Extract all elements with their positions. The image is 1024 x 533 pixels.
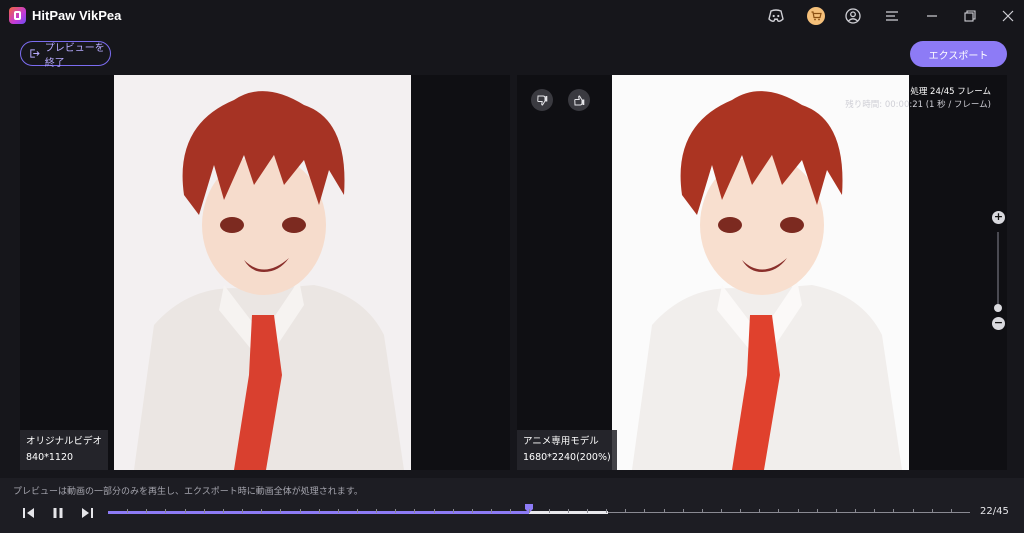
timeline-tick — [165, 509, 167, 513]
dislike-button[interactable] — [531, 89, 553, 111]
cart-icon[interactable] — [806, 6, 826, 26]
timeline-tick — [222, 509, 224, 513]
thumbs-up-icon — [573, 94, 584, 105]
timeline-tick — [835, 509, 837, 513]
timeline-tick — [491, 509, 493, 513]
enhanced-info-label: アニメ専用モデル 1680*2240(200%) — [517, 430, 617, 470]
original-resolution: 840*1120 — [26, 452, 74, 463]
timeline-tick — [242, 509, 244, 513]
timeline-tick — [318, 509, 320, 513]
title-bar: HitPaw VikPea — [0, 0, 1024, 32]
export-button[interactable]: エクスポート — [910, 41, 1007, 67]
timeline-tick — [567, 509, 569, 513]
processing-status: 処理 24/45 フレーム 残り時間: 00:00:21 (1 秒 / フレーム… — [845, 86, 991, 112]
timeline-tick — [357, 509, 359, 513]
step-back-icon — [23, 508, 34, 518]
pause-icon — [53, 508, 63, 518]
timeline-tick — [740, 509, 742, 513]
timeline-tick — [912, 509, 914, 513]
zoom-out-button[interactable]: − — [992, 317, 1005, 330]
timeline-tick — [184, 509, 186, 513]
exit-preview-label: プレビューを終了 — [44, 42, 105, 69]
restore-icon[interactable] — [960, 6, 980, 26]
timeline-tick — [529, 509, 531, 513]
zoom-slider-handle[interactable] — [994, 304, 1002, 312]
app-title: HitPaw VikPea — [32, 8, 122, 23]
timeline-tick — [625, 509, 627, 513]
timeline-tick — [816, 509, 818, 513]
enhanced-model-name: アニメ専用モデル — [523, 436, 599, 447]
account-icon[interactable] — [843, 6, 863, 26]
timeline-tick — [931, 509, 933, 513]
original-video-frame — [114, 75, 411, 470]
preview-note: プレビューは動画の一部分のみを再生し、エクスポート時に動画全体が処理されます。 — [13, 487, 363, 497]
timeline-tick — [261, 509, 263, 513]
exit-icon — [30, 49, 40, 58]
discord-icon[interactable] — [766, 6, 786, 26]
timeline-tick — [759, 509, 761, 513]
timeline-tick — [127, 509, 129, 513]
menu-icon[interactable] — [882, 6, 902, 26]
timeline-tick — [376, 509, 378, 513]
timeline-tick — [280, 509, 282, 513]
timeline-tick — [471, 509, 473, 513]
thumbs-down-icon — [536, 95, 547, 106]
timeline-tick — [874, 509, 876, 513]
timeline-tick — [299, 509, 301, 513]
timeline-tick — [663, 509, 665, 513]
app-logo-icon — [9, 7, 26, 24]
timeline-tick — [778, 509, 780, 513]
timeline-tick — [510, 509, 512, 513]
timeline-tick — [395, 509, 397, 513]
enhanced-preview-panel: 処理 24/45 フレーム 残り時間: 00:00:21 (1 秒 / フレーム… — [517, 75, 1007, 470]
timeline-tick — [644, 509, 646, 513]
timeline-tick — [950, 509, 952, 513]
processing-frames: 処理 24/45 フレーム — [910, 87, 991, 97]
enhanced-video-frame — [612, 75, 909, 470]
close-icon[interactable] — [998, 6, 1018, 26]
timeline-tick — [606, 509, 608, 513]
timeline-tick — [682, 509, 684, 513]
like-button[interactable] — [568, 89, 590, 111]
exit-preview-button[interactable]: プレビューを終了 — [20, 41, 111, 69]
remaining-time: 残り時間: 00:00:21 (1 秒 / フレーム) — [845, 100, 991, 110]
frame-counter: 22/45 — [980, 506, 1009, 517]
timeline-tick — [893, 509, 895, 513]
step-forward-icon — [82, 508, 93, 518]
zoom-in-button[interactable]: + — [992, 211, 1005, 224]
timeline-tick — [701, 509, 703, 513]
timeline-tick — [720, 509, 722, 513]
timeline-tick — [586, 509, 588, 513]
timeline-tick — [433, 509, 435, 513]
timeline-tick — [548, 509, 550, 513]
timeline-tick — [797, 509, 799, 513]
timeline-tick — [337, 509, 339, 513]
timeline-tick — [146, 509, 148, 513]
timeline-tick — [855, 509, 857, 513]
original-model-name: オリジナルビデオ — [26, 436, 103, 447]
previous-frame-button[interactable] — [21, 505, 37, 521]
timeline-slider[interactable] — [108, 504, 970, 520]
timeline-tick — [414, 509, 416, 513]
original-preview-panel: オリジナルビデオ 840*1120 — [20, 75, 510, 470]
enhanced-resolution: 1680*2240(200%) — [523, 452, 611, 463]
timeline-tick — [203, 509, 205, 513]
original-info-label: オリジナルビデオ 840*1120 — [20, 430, 109, 470]
timeline-tick — [452, 509, 454, 513]
pause-button[interactable] — [50, 505, 66, 521]
next-frame-button[interactable] — [79, 505, 95, 521]
minimize-icon[interactable] — [922, 6, 942, 26]
zoom-slider-track[interactable] — [997, 232, 999, 312]
